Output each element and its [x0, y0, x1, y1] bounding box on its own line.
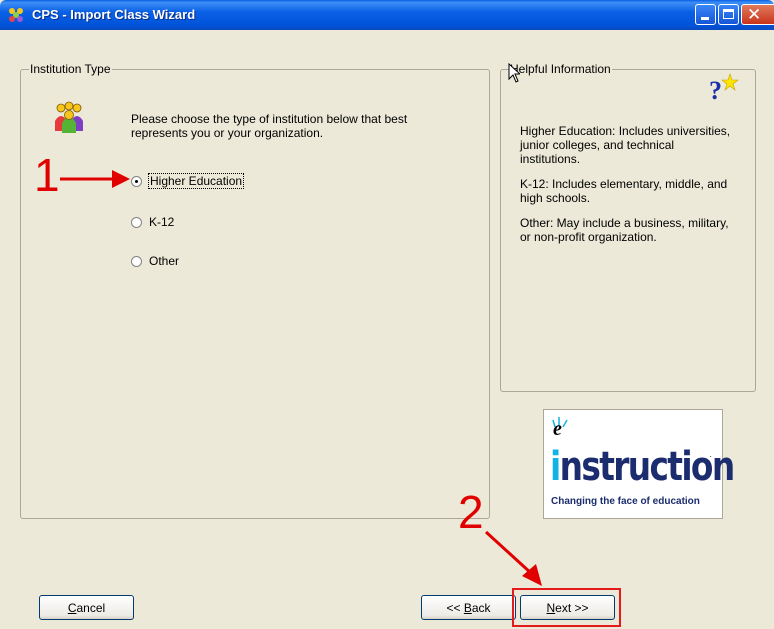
institution-prompt: Please choose the type of institution be… — [131, 112, 408, 140]
minimize-icon — [701, 17, 709, 20]
back-underline: B — [463, 600, 472, 615]
help-paragraph-higher-education: Higher Education: Includes universities,… — [520, 124, 731, 166]
red-arrow-icon — [60, 170, 130, 188]
einstruction-logo: e instruction · Changing the face of edu… — [543, 409, 735, 519]
radio-label-k12: K-12 — [149, 215, 175, 229]
institution-type-legend: Institution Type — [30, 62, 111, 76]
helpful-information-text: Higher Education: Includes universities,… — [520, 124, 735, 255]
close-icon: ✕ — [747, 5, 762, 24]
annotation-step-1: 1 — [34, 149, 60, 201]
help-paragraph-k12: K-12: Includes elementary, middle, and h… — [520, 177, 728, 205]
logo-e: e — [553, 418, 562, 440]
next-highlight-box — [512, 588, 621, 627]
radio-k12[interactable]: K-12 — [131, 214, 174, 230]
radio-higher-education[interactable]: Higher Education — [131, 173, 245, 189]
logo-wordmark: instruction — [550, 444, 736, 490]
radio-button[interactable] — [131, 216, 142, 228]
mouse-cursor-icon — [508, 63, 520, 83]
helpful-information-legend: Helpful Information — [510, 62, 611, 76]
logo-tagline: Changing the face of education — [551, 496, 700, 507]
cancel-label: ancel — [76, 600, 106, 615]
radio-button-checked[interactable] — [131, 175, 142, 187]
minimize-button[interactable] — [695, 4, 716, 25]
people-group-icon — [55, 101, 83, 133]
back-label: ack — [471, 600, 491, 615]
maximize-button[interactable] — [718, 4, 739, 25]
cancel-button[interactable]: Cancel — [39, 595, 134, 620]
cps-app-icon — [9, 8, 23, 22]
help-paragraph-other: Other: May include a business, military,… — [520, 216, 729, 244]
back-prefix: << — [446, 600, 464, 615]
red-arrow-icon — [484, 530, 542, 586]
logo-word-rest: nstruction — [559, 444, 736, 490]
window-title: CPS - Import Class Wizard — [32, 7, 196, 22]
cancel-underline: C — [67, 600, 77, 615]
maximize-icon — [723, 9, 734, 19]
question-mark-icon: ? — [709, 73, 739, 102]
logo-i: i — [550, 444, 561, 490]
close-button[interactable]: ✕ — [741, 4, 774, 25]
title-bar[interactable]: CPS - Import Class Wizard ✕ — [0, 0, 774, 30]
svg-text:?: ? — [709, 76, 722, 102]
radio-label-other: Other — [149, 254, 180, 268]
radio-label-higher-education: Higher Education — [147, 173, 245, 189]
back-button[interactable]: << Back — [421, 595, 516, 620]
radio-button[interactable] — [131, 255, 142, 267]
radio-other[interactable]: Other — [131, 253, 179, 269]
annotation-step-2: 2 — [458, 486, 484, 538]
logo-trademark: · — [709, 452, 712, 461]
